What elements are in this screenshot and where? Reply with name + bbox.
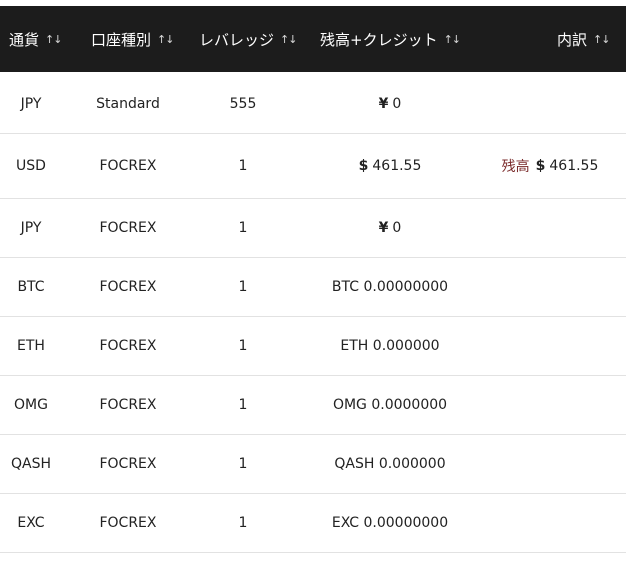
sort-arrows-icon[interactable]: ↑↓ (593, 33, 610, 46)
table-row: JPY Standard 555 ¥ 0 (0, 74, 626, 134)
balance-value: 0 (392, 220, 402, 236)
cell-currency: JPY (20, 220, 42, 236)
cell-account-type: FOCREX (99, 397, 157, 413)
cell-breakdown (490, 74, 610, 133)
cell-leverage: 1 (238, 279, 248, 295)
cell-breakdown: 残高 $ 461.55 (490, 134, 610, 198)
table-row: USD FOCREX 1 $ 461.55 残高 $ 461.55 (0, 134, 626, 199)
cell-breakdown (490, 494, 610, 552)
table-row: ETH FOCREX 1 ETH 0.000000 (0, 317, 626, 376)
table-row: EXC FOCREX 1 EXC 0.00000000 (0, 494, 626, 553)
cell-balance: OMG 0.0000000 (332, 397, 448, 413)
cell-balance: EXC 0.00000000 (331, 515, 449, 531)
sort-arrows-icon[interactable]: ↑↓ (280, 33, 297, 46)
cell-currency: JPY (20, 95, 42, 112)
column-label: レバレッジ (199, 30, 275, 49)
cell-currency: OMG (14, 397, 48, 413)
cell-account-type: FOCREX (99, 279, 157, 295)
cell-account-type: FOCREX (99, 220, 157, 236)
cell-currency: ETH (17, 338, 45, 354)
cell-breakdown (490, 199, 610, 257)
cell-breakdown (490, 258, 610, 316)
table-header: 通貨 ↑↓ 口座種別 ↑↓ レバレッジ ↑↓ 残高+クレジット ↑↓ 内訳 ↑↓ (0, 6, 626, 72)
balance-value: 461.55 (372, 158, 422, 174)
cell-balance: ETH 0.000000 (340, 338, 440, 354)
balance-table: 通貨 ↑↓ 口座種別 ↑↓ レバレッジ ↑↓ 残高+クレジット ↑↓ 内訳 ↑↓… (0, 0, 626, 561)
breakdown-value: 461.55 (549, 158, 599, 174)
table-row: QASH FOCREX 1 QASH 0.000000 (0, 435, 626, 494)
column-label: 通貨 (9, 30, 40, 49)
balance-value: 0 (392, 95, 402, 112)
cell-leverage: 1 (238, 456, 248, 472)
cell-breakdown (490, 435, 610, 493)
cell-leverage: 1 (238, 338, 248, 354)
cell-currency: EXC (17, 515, 45, 531)
table-row: OMG FOCREX 1 OMG 0.0000000 (0, 376, 626, 435)
sort-arrows-icon[interactable]: ↑↓ (444, 33, 461, 46)
cell-currency: USD (16, 158, 46, 174)
column-label: 内訳 (557, 30, 588, 49)
column-header-balance-credit[interactable]: 残高+クレジット ↑↓ (320, 6, 461, 72)
cell-breakdown (490, 376, 610, 434)
sort-arrows-icon[interactable]: ↑↓ (157, 33, 174, 46)
table-row: BTC FOCREX 1 BTC 0.00000000 (0, 258, 626, 317)
currency-symbol: $ (535, 158, 546, 174)
cell-currency: QASH (10, 456, 51, 472)
cell-account-type: Standard (96, 95, 160, 112)
column-header-account-type[interactable]: 口座種別 ↑↓ (91, 6, 174, 72)
cell-balance: ¥ 0 (300, 199, 480, 257)
column-label: 口座種別 (91, 30, 152, 49)
currency-symbol: ¥ (378, 220, 389, 236)
table-row: JPY FOCREX 1 ¥ 0 (0, 199, 626, 258)
column-header-leverage[interactable]: レバレッジ ↑↓ (199, 6, 297, 72)
cell-balance: QASH 0.000000 (334, 456, 446, 472)
column-header-breakdown[interactable]: 内訳 ↑↓ (557, 6, 610, 72)
cell-leverage: 1 (238, 397, 248, 413)
cell-balance: $ 461.55 (300, 134, 480, 198)
cell-balance: ¥ 0 (300, 74, 480, 133)
cell-account-type: FOCREX (99, 456, 157, 472)
cell-leverage: 1 (238, 158, 248, 174)
cell-breakdown (490, 317, 610, 375)
currency-symbol: ¥ (378, 95, 389, 112)
column-header-currency[interactable]: 通貨 ↑↓ (9, 6, 62, 72)
currency-symbol: $ (358, 158, 369, 174)
cell-balance: BTC 0.00000000 (331, 279, 449, 295)
cell-account-type: FOCREX (99, 338, 157, 354)
column-label: 残高+クレジット (320, 30, 438, 49)
cell-leverage: 555 (229, 95, 257, 112)
cell-leverage: 1 (238, 515, 248, 531)
cell-account-type: FOCREX (99, 158, 157, 174)
cell-currency: BTC (17, 279, 45, 295)
cell-account-type: FOCREX (99, 515, 157, 531)
sort-arrows-icon[interactable]: ↑↓ (45, 33, 62, 46)
breakdown-label: 残高 (501, 159, 530, 175)
cell-leverage: 1 (238, 220, 248, 236)
